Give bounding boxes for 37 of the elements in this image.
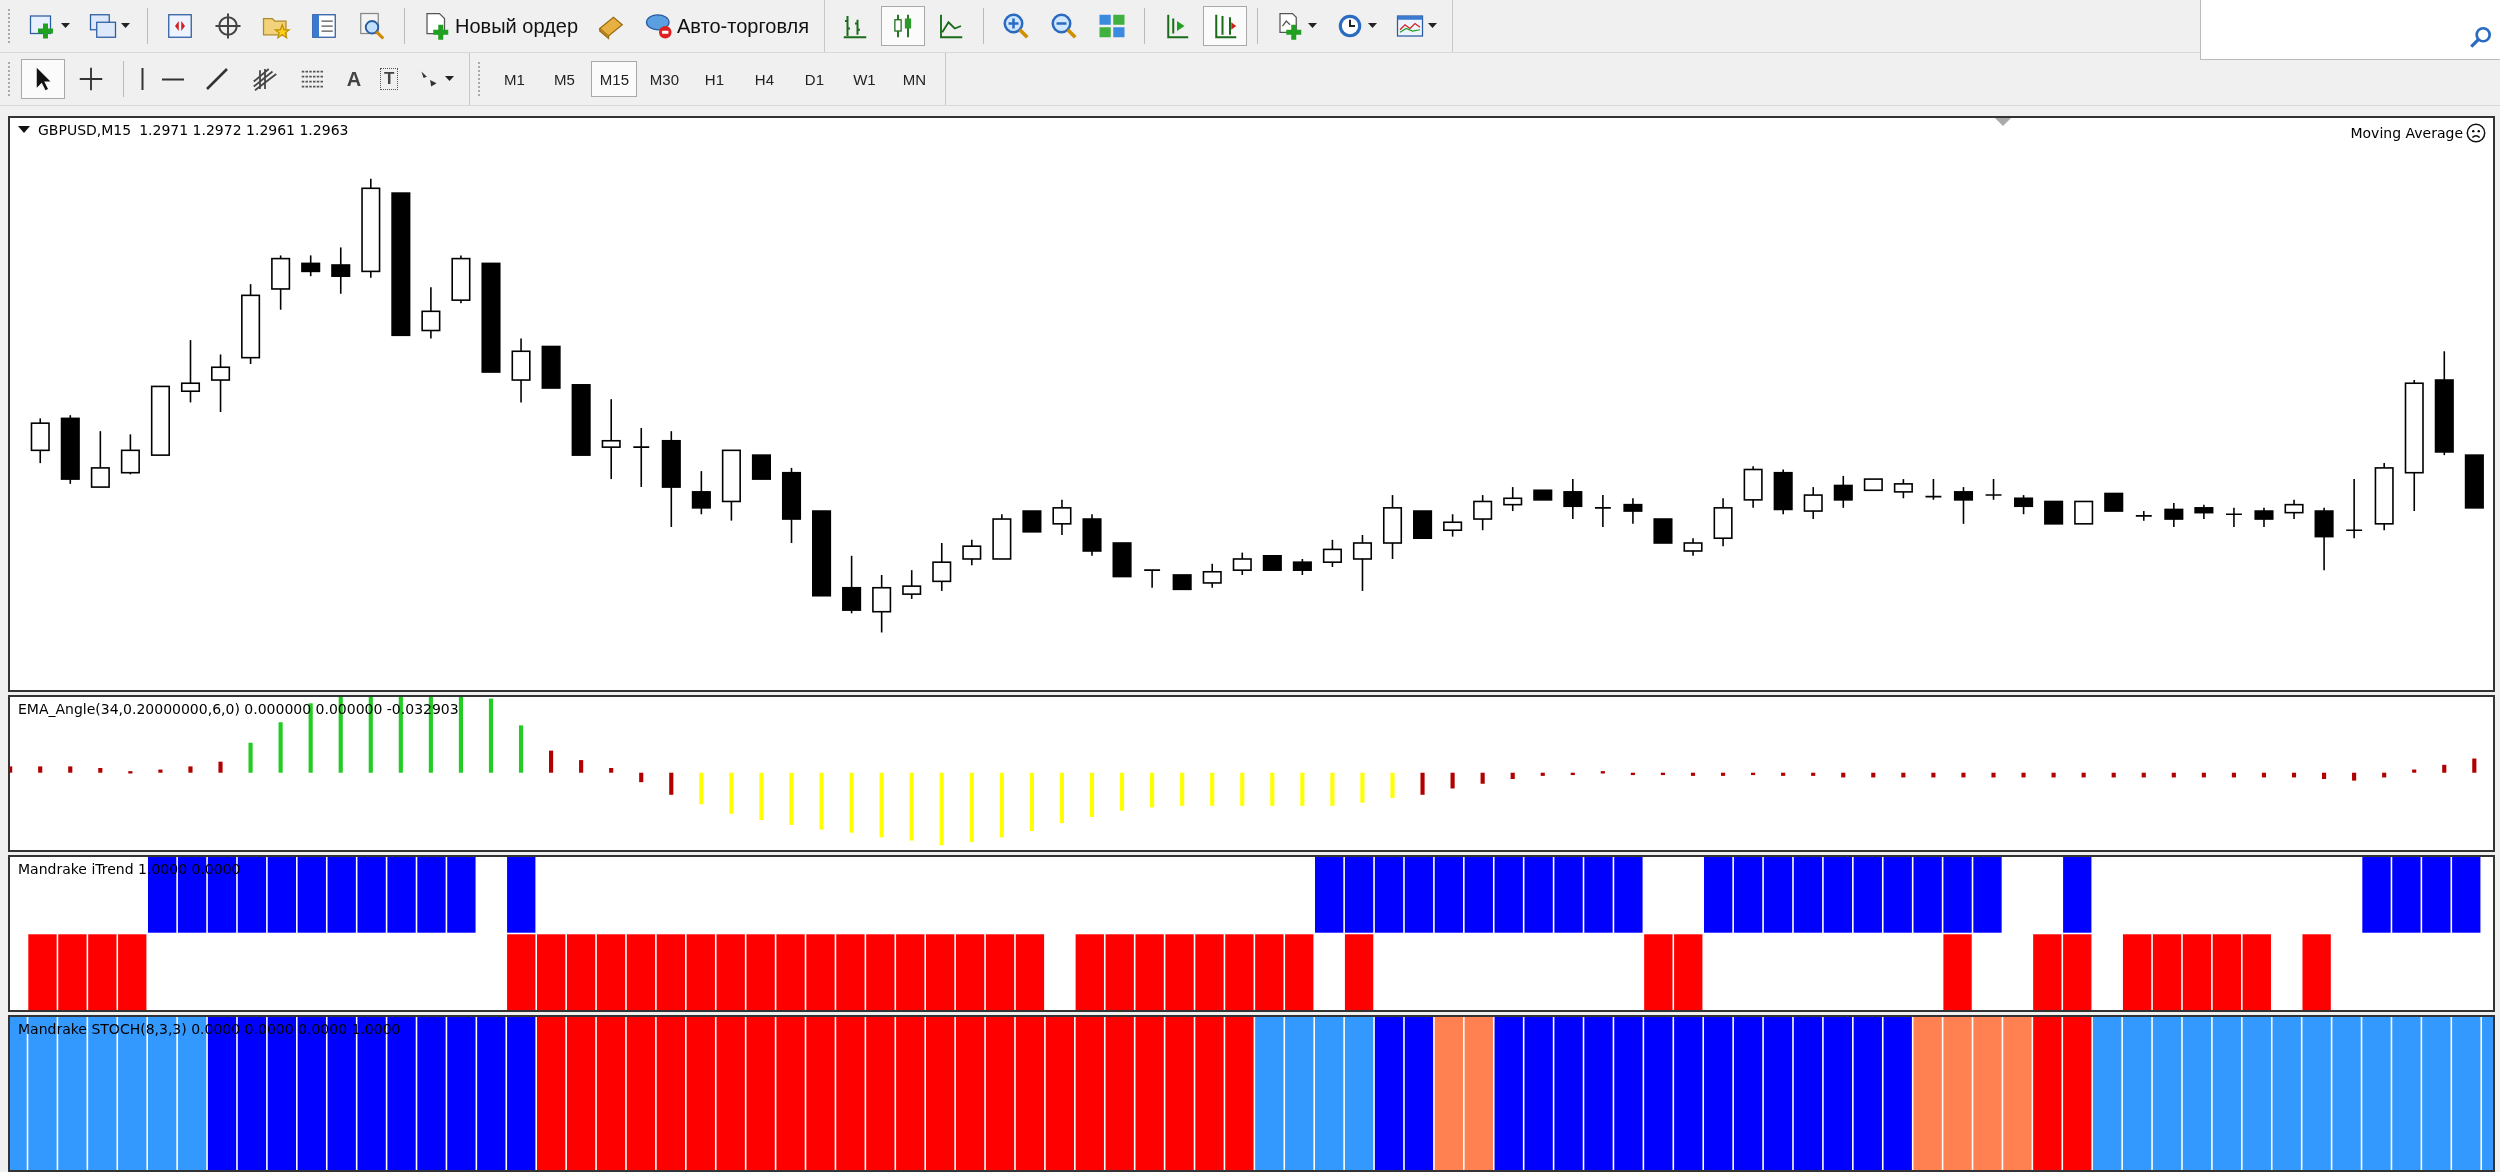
dropdown-triangle-icon[interactable] [18, 126, 30, 134]
timeframe-button[interactable]: M30 [641, 61, 688, 97]
new-order-button[interactable]: Новый ордер [415, 6, 585, 46]
auto-trading-button[interactable]: Авто-торговля [637, 6, 817, 46]
timeframe-button[interactable]: M5 [541, 61, 588, 97]
timeframe-button[interactable]: H4 [741, 61, 788, 97]
timeframe-button[interactable]: H1 [691, 61, 738, 97]
windows-icon [88, 11, 118, 41]
caret-icon [1308, 23, 1318, 29]
window-list-icon [309, 11, 339, 41]
chart-shift-button[interactable] [1203, 6, 1248, 46]
timeframe-button[interactable]: M1 [491, 61, 538, 97]
search-icon [2468, 25, 2494, 51]
price-quotes: 1.2971 1.2972 1.2961 1.2963 [139, 122, 349, 138]
search-field[interactable] [2200, 0, 2500, 60]
chart-shift-marker-icon[interactable] [1995, 118, 2011, 127]
vertical-line-icon [141, 68, 144, 90]
caret-icon [1428, 23, 1438, 29]
crosshair-icon [213, 11, 243, 41]
cursor-tool-button[interactable] [21, 59, 65, 99]
magnifier-icon [357, 11, 387, 41]
caret-icon [1368, 23, 1378, 29]
timeframe-button[interactable]: M15 [591, 61, 638, 97]
symbol-label: GBPUSD,M15 [38, 122, 132, 138]
caret-icon [61, 23, 70, 29]
text-tool-button[interactable]: A [339, 59, 369, 99]
caret-icon [445, 76, 455, 82]
caret-icon [121, 23, 130, 29]
timeframe-button[interactable]: W1 [841, 61, 888, 97]
expert-name: Moving Average [2350, 125, 2463, 141]
arrows-window-icon [165, 11, 195, 41]
timeframe-button[interactable]: D1 [791, 61, 838, 97]
chart-type-button[interactable] [881, 6, 926, 46]
sad-face-icon [2465, 122, 2487, 144]
text-label-tool-button[interactable]: T [373, 59, 406, 99]
horizontal-line-icon [162, 77, 184, 81]
timeframe-button[interactable]: MN [891, 61, 938, 97]
